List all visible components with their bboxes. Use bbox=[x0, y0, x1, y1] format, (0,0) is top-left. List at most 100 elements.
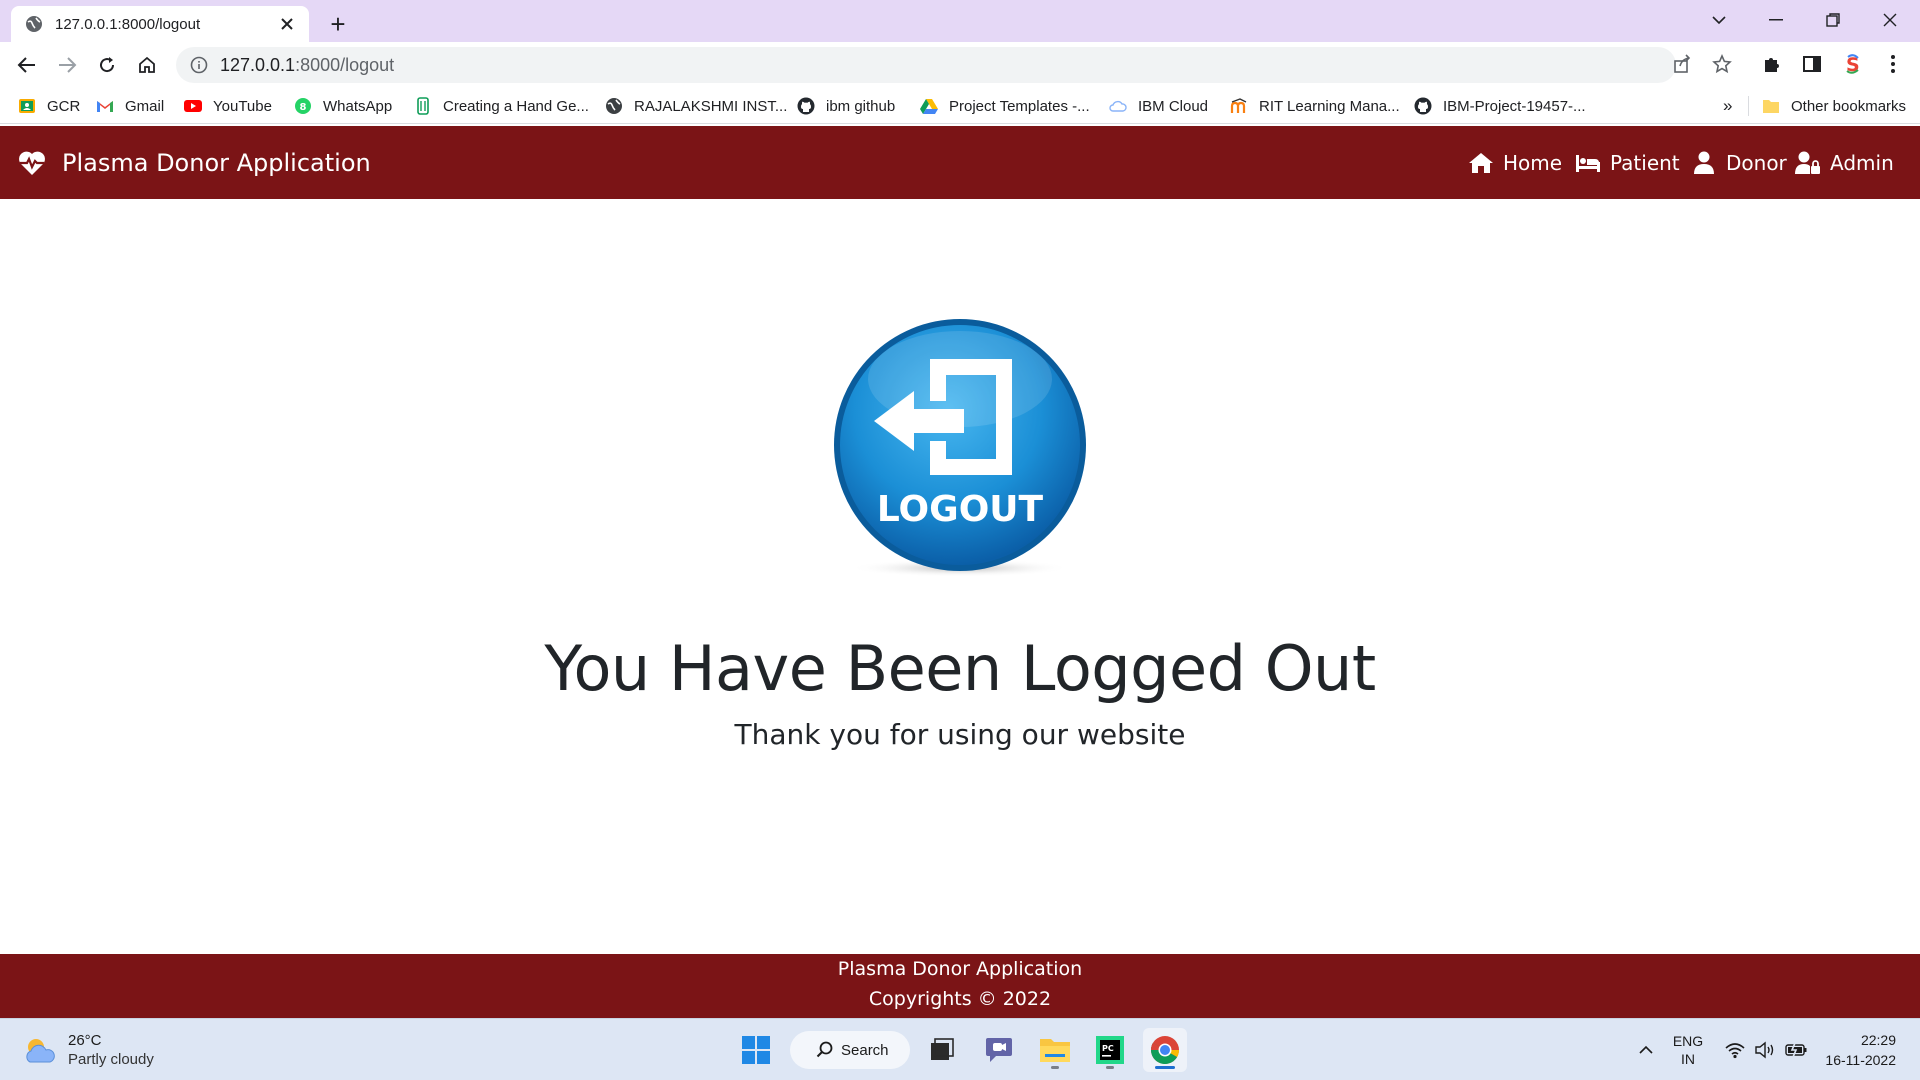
logout-badge-text: LOGOUT bbox=[877, 489, 1044, 530]
nav-home[interactable]: Home bbox=[1468, 126, 1562, 199]
bookmark-rajalakshmi[interactable]: RAJALAKSHMI INST... bbox=[605, 94, 787, 118]
file-explorer-button[interactable] bbox=[1033, 1028, 1077, 1072]
bookmark-ibm-project[interactable]: IBM-Project-19457-... bbox=[1414, 94, 1586, 118]
close-icon[interactable] bbox=[277, 14, 297, 34]
brand-link[interactable]: Plasma Donor Application bbox=[18, 126, 371, 199]
minimize-icon[interactable] bbox=[1748, 0, 1804, 40]
other-bookmarks[interactable]: Other bookmarks bbox=[1762, 94, 1906, 118]
bookmark-gcr[interactable]: GCR bbox=[18, 94, 80, 118]
browser-tab[interactable]: 127.0.0.1:8000/logout bbox=[11, 6, 309, 42]
bookmark-star-icon[interactable] bbox=[1708, 50, 1736, 78]
bookmark-whatsapp[interactable]: 8 WhatsApp bbox=[294, 94, 392, 118]
footer-copyright: Copyrights © 2022 bbox=[868, 988, 1052, 1010]
github-icon bbox=[797, 97, 815, 115]
bookmark-rit-learning[interactable]: RIT Learning Mana... bbox=[1230, 94, 1400, 118]
tab-search-chevron-icon[interactable] bbox=[1691, 0, 1747, 40]
nav-label: Donor bbox=[1726, 150, 1787, 175]
battery-icon[interactable] bbox=[1782, 1031, 1810, 1069]
home-icon bbox=[1469, 152, 1493, 173]
folder-icon bbox=[1040, 1039, 1070, 1062]
nav-label: Home bbox=[1503, 150, 1563, 175]
bookmark-label: ibm github bbox=[826, 97, 896, 115]
reload-icon[interactable] bbox=[91, 49, 123, 81]
bookmark-gmail[interactable]: Gmail bbox=[96, 94, 164, 118]
bookmark-label: Other bookmarks bbox=[1791, 97, 1907, 115]
logout-badge-image: LOGOUT bbox=[834, 319, 1086, 577]
user-lock-icon bbox=[1795, 151, 1820, 174]
language-indicator[interactable]: ENG IN bbox=[1664, 1031, 1712, 1069]
chrome-icon bbox=[1151, 1036, 1179, 1064]
moodle-icon bbox=[1230, 98, 1247, 113]
clock-date: 16-11-2022 bbox=[1825, 1052, 1896, 1068]
pycharm-icon: PC bbox=[1096, 1036, 1124, 1064]
nav-admin[interactable]: Admin bbox=[1795, 126, 1894, 199]
extensions-puzzle-icon[interactable] bbox=[1758, 50, 1786, 78]
task-view-icon bbox=[931, 1038, 954, 1060]
clock-time: 22:29 bbox=[1860, 1032, 1896, 1048]
globe-icon bbox=[26, 16, 42, 32]
region-code: IN bbox=[1681, 1051, 1695, 1067]
bookmark-label: Project Templates -... bbox=[949, 97, 1090, 115]
nav-label: Admin bbox=[1830, 150, 1894, 175]
windows-logo-icon bbox=[742, 1036, 770, 1064]
bookmark-ibm-github[interactable]: ibm github bbox=[797, 94, 895, 118]
bookmark-ibm-cloud[interactable]: IBM Cloud bbox=[1109, 94, 1208, 118]
github-icon bbox=[1414, 97, 1432, 115]
side-panel-icon[interactable] bbox=[1798, 50, 1826, 78]
forward-arrow-icon[interactable] bbox=[51, 49, 83, 81]
nav-patient[interactable]: Patient bbox=[1575, 126, 1680, 199]
wifi-icon[interactable] bbox=[1722, 1031, 1748, 1069]
teams-chat-button[interactable] bbox=[977, 1028, 1021, 1072]
brand-name: Plasma Donor Application bbox=[62, 148, 371, 177]
volume-icon[interactable] bbox=[1752, 1031, 1778, 1069]
windows-taskbar: 26°C Partly cloudy Search PC ENG IN 22:2… bbox=[0, 1018, 1920, 1080]
teams-chat-icon bbox=[986, 1038, 1012, 1062]
bookmark-youtube[interactable]: YouTube bbox=[184, 94, 272, 118]
site-info-icon[interactable] bbox=[190, 56, 208, 74]
weather-widget[interactable]: 26°C Partly cloudy bbox=[22, 1031, 154, 1069]
page-title: You Have Been Logged Out bbox=[544, 632, 1376, 705]
folder-icon bbox=[1763, 100, 1779, 113]
back-arrow-icon[interactable] bbox=[11, 49, 43, 81]
address-bar[interactable]: 127.0.0.1:8000/logout bbox=[176, 47, 1676, 83]
bookmark-page-icon bbox=[417, 97, 429, 115]
lang-code: ENG bbox=[1672, 1033, 1704, 1049]
cloud-icon bbox=[1109, 100, 1127, 112]
bookmarks-overflow-button[interactable]: » bbox=[1723, 94, 1732, 118]
bookmark-label: GCR bbox=[47, 97, 81, 115]
new-tab-button[interactable]: + bbox=[324, 9, 352, 39]
globe-icon bbox=[606, 98, 622, 114]
menu-kebab-icon[interactable] bbox=[1879, 50, 1907, 78]
pycharm-button[interactable]: PC bbox=[1088, 1028, 1132, 1072]
show-hidden-icons-chevron-icon[interactable] bbox=[1632, 1031, 1660, 1069]
running-indicator bbox=[1051, 1066, 1059, 1069]
bookmark-label: IBM Cloud bbox=[1138, 97, 1209, 115]
weather-temp: 26°C bbox=[68, 1032, 102, 1049]
bookmark-hand-gesture[interactable]: Creating a Hand Ge... bbox=[414, 94, 589, 118]
taskbar-search[interactable]: Search bbox=[790, 1031, 910, 1069]
bookmark-project-templates[interactable]: Project Templates -... bbox=[920, 94, 1090, 118]
user-icon bbox=[1694, 151, 1714, 174]
svg-text:8: 8 bbox=[300, 102, 307, 113]
gmail-icon bbox=[97, 101, 113, 112]
site-navbar: Plasma Donor Application Home Patient Do… bbox=[0, 126, 1920, 199]
profile-avatar-icon[interactable]: S bbox=[1839, 50, 1867, 78]
main-content: LOGOUT You Have Been Logged Out Thank yo… bbox=[0, 199, 1920, 954]
start-button[interactable] bbox=[734, 1028, 778, 1072]
system-clock[interactable]: 22:29 16-11-2022 bbox=[1825, 1030, 1896, 1070]
bookmarks-divider bbox=[1748, 96, 1749, 116]
svg-text:PC: PC bbox=[1102, 1044, 1114, 1053]
bookmark-label: RIT Learning Mana... bbox=[1259, 97, 1400, 115]
page-subtitle: Thank you for using our website bbox=[734, 718, 1186, 751]
chrome-button[interactable] bbox=[1143, 1028, 1187, 1072]
home-icon[interactable] bbox=[131, 49, 163, 81]
restore-icon[interactable] bbox=[1805, 0, 1861, 40]
bookmark-label: WhatsApp bbox=[323, 97, 393, 115]
url-path: :8000/logout bbox=[295, 54, 395, 75]
bookmarks-bar: GCR Gmail YouTube 8 WhatsApp Creating a … bbox=[0, 88, 1920, 124]
bookmark-label: YouTube bbox=[213, 97, 272, 115]
window-close-icon[interactable] bbox=[1862, 0, 1918, 40]
share-icon[interactable] bbox=[1668, 50, 1696, 78]
nav-donor[interactable]: Donor bbox=[1691, 126, 1787, 199]
task-view-button[interactable] bbox=[920, 1028, 964, 1072]
